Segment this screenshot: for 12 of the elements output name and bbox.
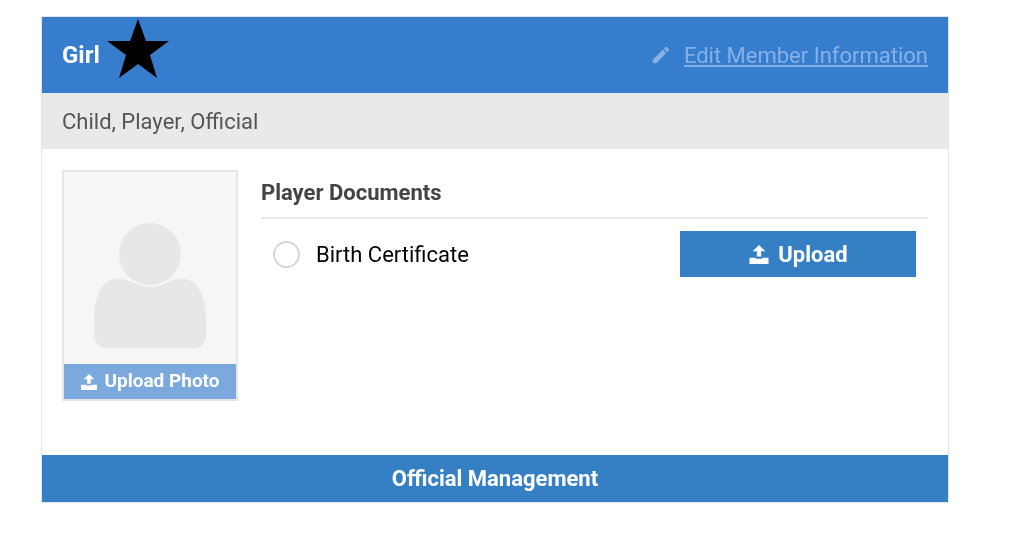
member-roles: Child, Player, Official (62, 107, 259, 136)
edit-member-link[interactable]: Edit Member Information (649, 38, 928, 72)
star-icon (106, 17, 170, 81)
upload-button[interactable]: Upload (680, 231, 916, 277)
member-name: Girl (62, 40, 101, 71)
upload-icon (80, 373, 99, 390)
upload-photo-button[interactable]: Upload Photo (64, 364, 236, 399)
upload-icon (748, 244, 771, 264)
radio-button[interactable] (273, 240, 300, 268)
footer-title: Official Management (391, 465, 599, 493)
section-title: Player Documents (261, 180, 442, 205)
document-label: Birth Certificate (316, 240, 469, 269)
